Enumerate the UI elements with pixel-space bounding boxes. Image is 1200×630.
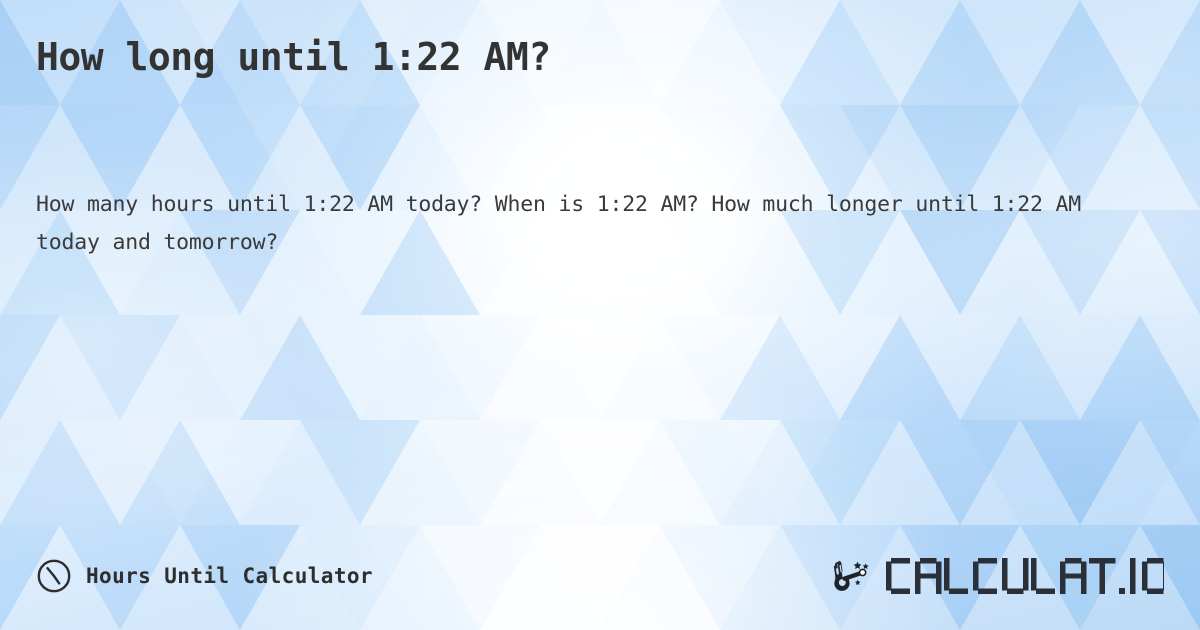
calculatio-wordmark (886, 558, 1164, 594)
brand-label: Hours Until Calculator (86, 564, 373, 588)
clock-icon (37, 559, 71, 593)
og-image-card: How long until 1:22 AM? How many hours u… (0, 0, 1200, 630)
calculatio-logo[interactable] (828, 556, 1164, 596)
card-content: How long until 1:22 AM? How many hours u… (0, 0, 1200, 630)
page-description: How many hours until 1:22 AM today? When… (36, 192, 1082, 255)
magic-wand-hand-icon (833, 560, 869, 591)
calculator-brand: Hours Until Calculator (36, 558, 373, 594)
page-title: How long until 1:22 AM? (36, 35, 551, 79)
card-footer: Hours Until Calculator (0, 550, 1200, 602)
calculatio-wordmark-svg (886, 558, 1164, 594)
